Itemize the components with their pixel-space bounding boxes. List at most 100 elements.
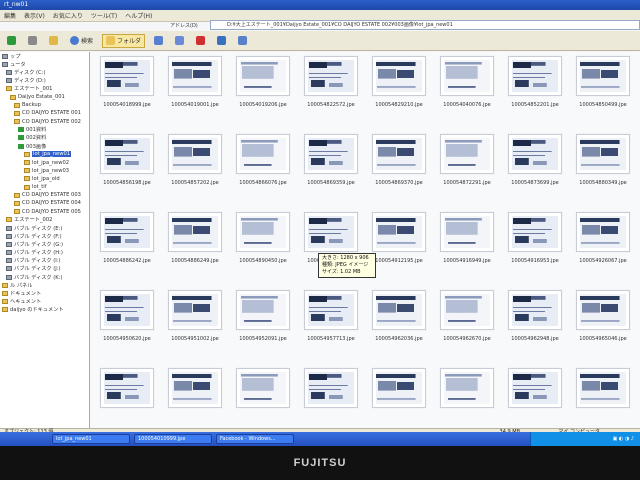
sidebar-item[interactable]: バブル ディスク (J:)	[0, 265, 89, 273]
thumbnail-item[interactable]: 100054829210.jpe	[367, 56, 431, 108]
thumbnail-item[interactable]	[435, 368, 499, 414]
sidebar-item[interactable]: CO DAIJYO ESTATE 001	[0, 109, 89, 117]
thumbnail-item[interactable]: 100054019206.jpe	[231, 56, 295, 108]
thumbnail-image	[376, 138, 422, 170]
sidebar-item[interactable]: バブル ディスク (K:)	[0, 273, 89, 281]
thumbnail-item[interactable]	[367, 368, 431, 414]
thumbnail-item[interactable]: 100054962948.jpe	[503, 290, 567, 342]
sidebar-item[interactable]: lot_jpa_new02	[0, 158, 89, 166]
copy-to-button[interactable]	[172, 34, 187, 48]
sidebar-item[interactable]: Backup	[0, 101, 89, 109]
thumbnail-item[interactable]	[231, 368, 295, 414]
sidebar-item[interactable]: エステート_001	[0, 85, 89, 93]
thumbnail-item[interactable]: 100054857202.jpe	[163, 134, 227, 186]
sidebar-item[interactable]: lot_jpa_new01	[0, 150, 89, 158]
thumbnail-item[interactable]: 100054916949.jpe	[435, 212, 499, 264]
sidebar-item[interactable]: ル パネル	[0, 281, 89, 289]
sidebar-item[interactable]: エステート_002	[0, 216, 89, 224]
sidebar-item[interactable]: バブル ディスク (I:)	[0, 257, 89, 265]
sidebar-item[interactable]: ュータ	[0, 60, 89, 68]
search-button[interactable]: 検索	[67, 34, 96, 48]
sidebar-item[interactable]: ドキュメント	[0, 289, 89, 297]
thumbnail-item[interactable]: 100054856198.jpe	[95, 134, 159, 186]
thumbnail-item[interactable]: 100054890450.jpe	[231, 212, 295, 264]
system-tray[interactable]: ▣ ◐ ◑ ♪	[530, 432, 640, 446]
thumbnail-item[interactable]: 100054869359.jpe	[299, 134, 363, 186]
thumbnail-item[interactable]: 100054912195.jpe	[367, 212, 431, 264]
menu-item-edit[interactable]: 編集	[4, 11, 16, 20]
window-title-bar[interactable]: rt_nw01	[0, 0, 640, 10]
up-folder-button[interactable]	[46, 34, 61, 48]
thumbnail-item[interactable]: 100054880349.jpe	[571, 134, 635, 186]
sidebar-item[interactable]: 001資料	[0, 126, 89, 134]
sidebar-item[interactable]: CO DAIJYO ESTATE 003	[0, 191, 89, 199]
address-bar[interactable]: D:¥大上エステート_001¥Daijyo Estate_001¥CO DAIJ…	[210, 20, 640, 30]
sidebar-item[interactable]: バブル ディスク (H:)	[0, 249, 89, 257]
thumbnail-item[interactable]	[163, 368, 227, 414]
thumbnail-item[interactable]	[299, 368, 363, 414]
thumbnail-item[interactable]: 100054950620.jpe	[95, 290, 159, 342]
forward-button[interactable]	[25, 34, 40, 48]
thumbnail-item[interactable]: 100054962670.jpe	[435, 290, 499, 342]
thumbnail-item[interactable]: 100054850499.jpe	[571, 56, 635, 108]
sidebar-item[interactable]: バブル ディスク (G:)	[0, 240, 89, 248]
thumbnail-item[interactable]: 100054018999.jpe	[95, 56, 159, 108]
thumbnail-image	[104, 60, 150, 92]
thumbnail-item[interactable]	[503, 368, 567, 414]
back-button[interactable]	[4, 34, 19, 48]
sidebar-item[interactable]: CO DAIJYO ESTATE 005	[0, 208, 89, 216]
menu-item-view[interactable]: 表示(V)	[24, 11, 45, 20]
thumbnail-item[interactable]: 100054886249.jpe	[163, 212, 227, 264]
sidebar-item[interactable]: CO DAIJYO ESTATE 002	[0, 118, 89, 126]
thumbnail-item[interactable]: 100054852201.jpe	[503, 56, 567, 108]
sidebar-item[interactable]: バブル ディスク (F:)	[0, 232, 89, 240]
thumbnail-item[interactable]: 100054872291.jpe	[435, 134, 499, 186]
thumbnail-image	[512, 138, 558, 170]
thumbnail-item[interactable]: 100054866076.jpe	[231, 134, 295, 186]
thumbnail-item[interactable]	[571, 368, 635, 414]
thumbnail-item[interactable]: 100054873699.jpe	[503, 134, 567, 186]
thumbnail-item[interactable]: 100054019001.jpe	[163, 56, 227, 108]
menu-item-tools[interactable]: ツール(T)	[91, 11, 117, 20]
thumbnail-item[interactable]: 100054926067.jpe	[571, 212, 635, 264]
sidebar-item[interactable]: CO DAIJYO ESTATE 004	[0, 199, 89, 207]
thumbnail-view[interactable]: 100054018999.jpe 100054019001.jpe 10005401…	[91, 52, 640, 428]
thumbnail-item[interactable]: 100054957713.jpe	[299, 290, 363, 342]
folders-button[interactable]: フォルダ	[102, 33, 146, 48]
thumbnail-item[interactable]: 100054040076.jpe	[435, 56, 499, 108]
sidebar-item[interactable]: ヘキュメント	[0, 298, 89, 306]
sidebar-item[interactable]: lot_tif	[0, 183, 89, 191]
thumbnail-item[interactable]: 100054952091.jpe	[231, 290, 295, 342]
thumbnail-item[interactable]: 100054965046.jpe	[571, 290, 635, 342]
views-button[interactable]	[235, 34, 250, 48]
sidebar-item[interactable]: ップ	[0, 52, 89, 60]
menu-item-help[interactable]: ヘルプ(H)	[125, 11, 152, 20]
sidebar-item[interactable]: ディスク (C:)	[0, 68, 89, 76]
thumbnail-image	[104, 294, 150, 326]
move-to-button[interactable]	[151, 34, 166, 48]
thumbnail-item[interactable]: 100054886242.jpe	[95, 212, 159, 264]
thumbnail-item[interactable]	[95, 368, 159, 414]
thumbnail-item[interactable]: 100054951002.jpe	[163, 290, 227, 342]
thumbnail-item[interactable]: 100054869370.jpe	[367, 134, 431, 186]
thumbnail-filename: 100054890450.jpe	[239, 258, 287, 264]
sidebar-item[interactable]: 003画像	[0, 142, 89, 150]
thumbnail-item[interactable]: 100054916953.jpe	[503, 212, 567, 264]
sidebar-item[interactable]: daijyo のドキュメント	[0, 306, 89, 314]
taskbar-item-image[interactable]: 100054010999.jpe	[134, 434, 212, 444]
sidebar-item[interactable]: lot_jpa_new03	[0, 167, 89, 175]
sidebar-item[interactable]: Daijyo Estate_001	[0, 93, 89, 101]
thumbnail-item[interactable]: 100054822572.jpe	[299, 56, 363, 108]
sidebar-item[interactable]: lot_jpa_old	[0, 175, 89, 183]
taskbar-item-browser[interactable]: Facebook - Windows...	[216, 434, 294, 444]
sidebar-item[interactable]: バブル ディスク (E:)	[0, 224, 89, 232]
menu-item-favorites[interactable]: お気に入り	[53, 11, 83, 20]
sidebar-item[interactable]: 002資料	[0, 134, 89, 142]
undo-button[interactable]	[214, 34, 229, 48]
thumbnail-image	[308, 294, 354, 326]
sidebar-item[interactable]: ディスク (D:)	[0, 77, 89, 85]
thumbnail-item[interactable]: 100054962036.jpe	[367, 290, 431, 342]
delete-button[interactable]	[193, 34, 208, 48]
folder-tree[interactable]: ップ ュータ ディスク (C:) ディスク (D:) エステート_001 Daijyo E…	[0, 52, 90, 428]
taskbar-item-explorer[interactable]: lot_jpa_new01	[52, 434, 130, 444]
